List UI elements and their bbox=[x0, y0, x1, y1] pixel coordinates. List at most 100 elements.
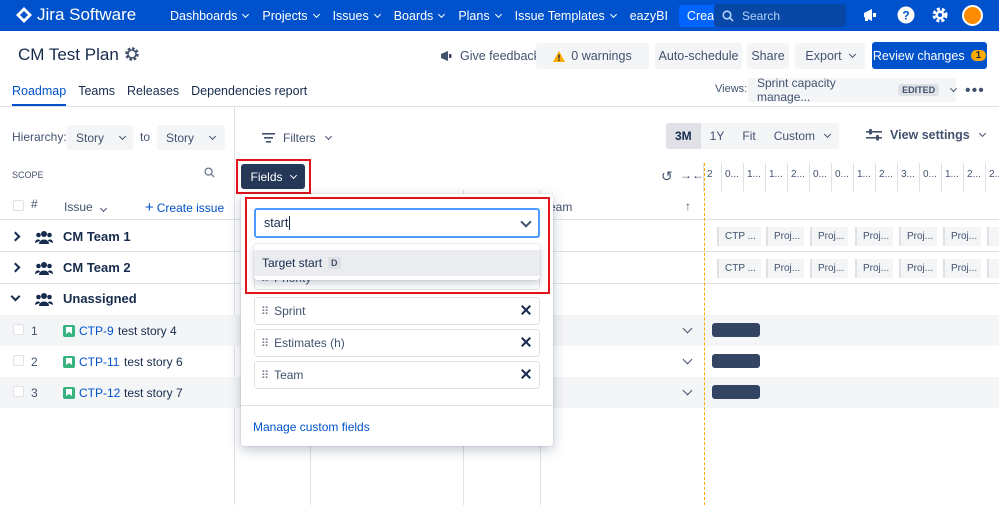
issue-key-link[interactable]: CTP-11 bbox=[79, 355, 119, 369]
select-all-checkbox[interactable] bbox=[13, 200, 24, 211]
create-issue-button[interactable]: + Create issue bbox=[145, 199, 224, 216]
zoom-level-group: 3M 1Y Fit Custom bbox=[666, 123, 840, 149]
warnings-button[interactable]: 0 warnings bbox=[536, 43, 649, 69]
sprint-bar[interactable]: Proj... bbox=[766, 227, 804, 246]
issue-schedule-bar[interactable] bbox=[712, 354, 760, 368]
sprint-bar[interactable]: Proj... bbox=[943, 227, 981, 246]
row-checkbox[interactable] bbox=[13, 386, 24, 397]
give-feedback-label: Give feedback bbox=[460, 49, 540, 63]
chevron-down-icon bbox=[242, 10, 250, 18]
highlight-box bbox=[245, 197, 550, 294]
today-marker bbox=[704, 163, 705, 505]
zoom-1y[interactable]: 1Y bbox=[701, 123, 734, 149]
filters-label: Filters bbox=[283, 131, 316, 145]
timeline-header-cell: 3... bbox=[897, 163, 919, 192]
views-select[interactable]: Sprint capacity manage... EDITED bbox=[748, 76, 958, 104]
search-placeholder: Search bbox=[742, 8, 781, 23]
hierarchy-label: Hierarchy: bbox=[12, 130, 67, 144]
sprint-bar[interactable]: Proj... bbox=[810, 227, 848, 246]
collapse-columns-icon[interactable]: →← bbox=[680, 168, 704, 182]
panel-divider[interactable] bbox=[234, 107, 235, 505]
jira-logo[interactable]: Jira Software bbox=[16, 5, 136, 25]
sprint-bar[interactable]: CTP ... bbox=[717, 227, 761, 246]
hierarchy-from-value: Story bbox=[76, 130, 105, 145]
sprint-bar[interactable] bbox=[987, 259, 999, 278]
nav-projects[interactable]: Projects bbox=[255, 9, 325, 23]
nav-boards[interactable]: Boards bbox=[387, 9, 452, 23]
drag-handle-icon[interactable]: ⠿ bbox=[261, 337, 269, 350]
nav-eazybi[interactable]: eazyBI bbox=[623, 9, 675, 23]
warnings-label: 0 warnings bbox=[571, 49, 632, 63]
search-icon bbox=[722, 9, 734, 22]
scope-search-icon[interactable] bbox=[204, 167, 215, 181]
drag-handle-icon[interactable]: ⠿ bbox=[261, 305, 269, 318]
nav-issues[interactable]: Issues bbox=[326, 9, 387, 23]
sprint-bar[interactable] bbox=[987, 227, 999, 246]
row-checkbox[interactable] bbox=[13, 355, 24, 366]
filters-button[interactable]: Filters bbox=[262, 131, 332, 145]
tab-teams[interactable]: Teams bbox=[78, 84, 115, 106]
row-checkbox[interactable] bbox=[13, 324, 24, 335]
group-cm-team-1[interactable]: CM Team 1 bbox=[10, 229, 131, 244]
row-number: 1 bbox=[31, 324, 38, 338]
sprint-bar[interactable]: Proj... bbox=[855, 259, 893, 278]
group-name: CM Team 2 bbox=[63, 260, 131, 275]
sprint-bar[interactable]: Proj... bbox=[766, 259, 804, 278]
tab-roadmap[interactable]: Roadmap bbox=[12, 84, 67, 106]
sprint-bar[interactable]: Proj... bbox=[899, 227, 937, 246]
issue-schedule-bar[interactable] bbox=[712, 385, 760, 399]
timeline-header-cell: 2... bbox=[963, 163, 985, 192]
help-icon[interactable]: ? bbox=[896, 5, 916, 25]
sprint-bar[interactable]: Proj... bbox=[943, 259, 981, 278]
issue-key-link[interactable]: CTP-9 bbox=[79, 324, 114, 338]
sprint-bar[interactable]: Proj... bbox=[810, 259, 848, 278]
zoom-custom[interactable]: Custom bbox=[765, 123, 839, 149]
drag-handle-icon[interactable]: ⠿ bbox=[261, 369, 269, 382]
remove-field-close-icon[interactable] bbox=[521, 305, 531, 315]
group-name: CM Team 1 bbox=[63, 229, 131, 244]
nav-plans[interactable]: Plans bbox=[451, 9, 507, 23]
chevron-down-icon bbox=[324, 132, 332, 141]
tab-dependencies-report[interactable]: Dependencies report bbox=[191, 84, 307, 106]
sort-ascending-icon[interactable]: ↑ bbox=[685, 199, 691, 213]
zoom-fit[interactable]: Fit bbox=[733, 123, 764, 149]
megaphone-icon[interactable] bbox=[861, 5, 881, 25]
hierarchy-to-select[interactable]: Story bbox=[157, 125, 225, 150]
zoom-custom-label: Custom bbox=[773, 129, 816, 143]
sprint-bar[interactable]: Proj... bbox=[855, 227, 893, 246]
export-button[interactable]: Export bbox=[795, 43, 865, 69]
tab-releases[interactable]: Releases bbox=[127, 84, 179, 106]
give-feedback-button[interactable]: Give feedback bbox=[430, 43, 550, 69]
sprint-bar[interactable]: Proj... bbox=[899, 259, 937, 278]
auto-schedule-button[interactable]: Auto-schedule bbox=[655, 43, 742, 69]
user-avatar[interactable] bbox=[962, 5, 983, 26]
field-item-estimates[interactable]: ⠿ Estimates (h) bbox=[254, 329, 540, 357]
field-item-sprint[interactable]: ⠿ Sprint bbox=[254, 297, 540, 325]
nav-menu: Dashboards Projects Issues Boards Plans … bbox=[163, 0, 733, 31]
nav-dashboards[interactable]: Dashboards bbox=[163, 9, 255, 23]
group-cm-team-2[interactable]: CM Team 2 bbox=[10, 260, 131, 275]
zoom-3m[interactable]: 3M bbox=[666, 123, 701, 149]
more-options-icon[interactable]: ••• bbox=[965, 82, 985, 100]
issue-schedule-bar[interactable] bbox=[712, 323, 760, 337]
settings-gear-icon[interactable] bbox=[930, 5, 950, 25]
plan-settings-gear-icon[interactable] bbox=[124, 46, 140, 65]
view-settings-button[interactable]: View settings bbox=[866, 128, 986, 142]
field-item-team[interactable]: ⠿ Team bbox=[254, 361, 540, 389]
remove-field-close-icon[interactable] bbox=[521, 369, 531, 379]
hierarchy-from-select[interactable]: Story bbox=[67, 125, 133, 150]
undo-icon[interactable]: ↺ bbox=[661, 168, 673, 185]
remove-field-close-icon[interactable] bbox=[521, 337, 531, 347]
group-unassigned[interactable]: Unassigned bbox=[10, 291, 137, 306]
issue-key-link[interactable]: CTP-12 bbox=[79, 386, 120, 400]
share-button[interactable]: Share bbox=[747, 43, 789, 69]
nav-label: Plans bbox=[458, 8, 490, 23]
timeline-header-cell: 1... bbox=[853, 163, 875, 192]
review-changes-button[interactable]: Review changes 1 bbox=[872, 42, 987, 69]
search-input[interactable]: Search bbox=[714, 4, 846, 27]
column-issue-header[interactable]: Issue bbox=[64, 200, 107, 214]
manage-custom-fields-link[interactable]: Manage custom fields bbox=[253, 420, 370, 434]
nav-issue-templates[interactable]: Issue Templates bbox=[508, 9, 623, 23]
sprint-bar[interactable]: CTP ... bbox=[717, 259, 761, 278]
timeline-header-cell: 1... bbox=[743, 163, 765, 192]
